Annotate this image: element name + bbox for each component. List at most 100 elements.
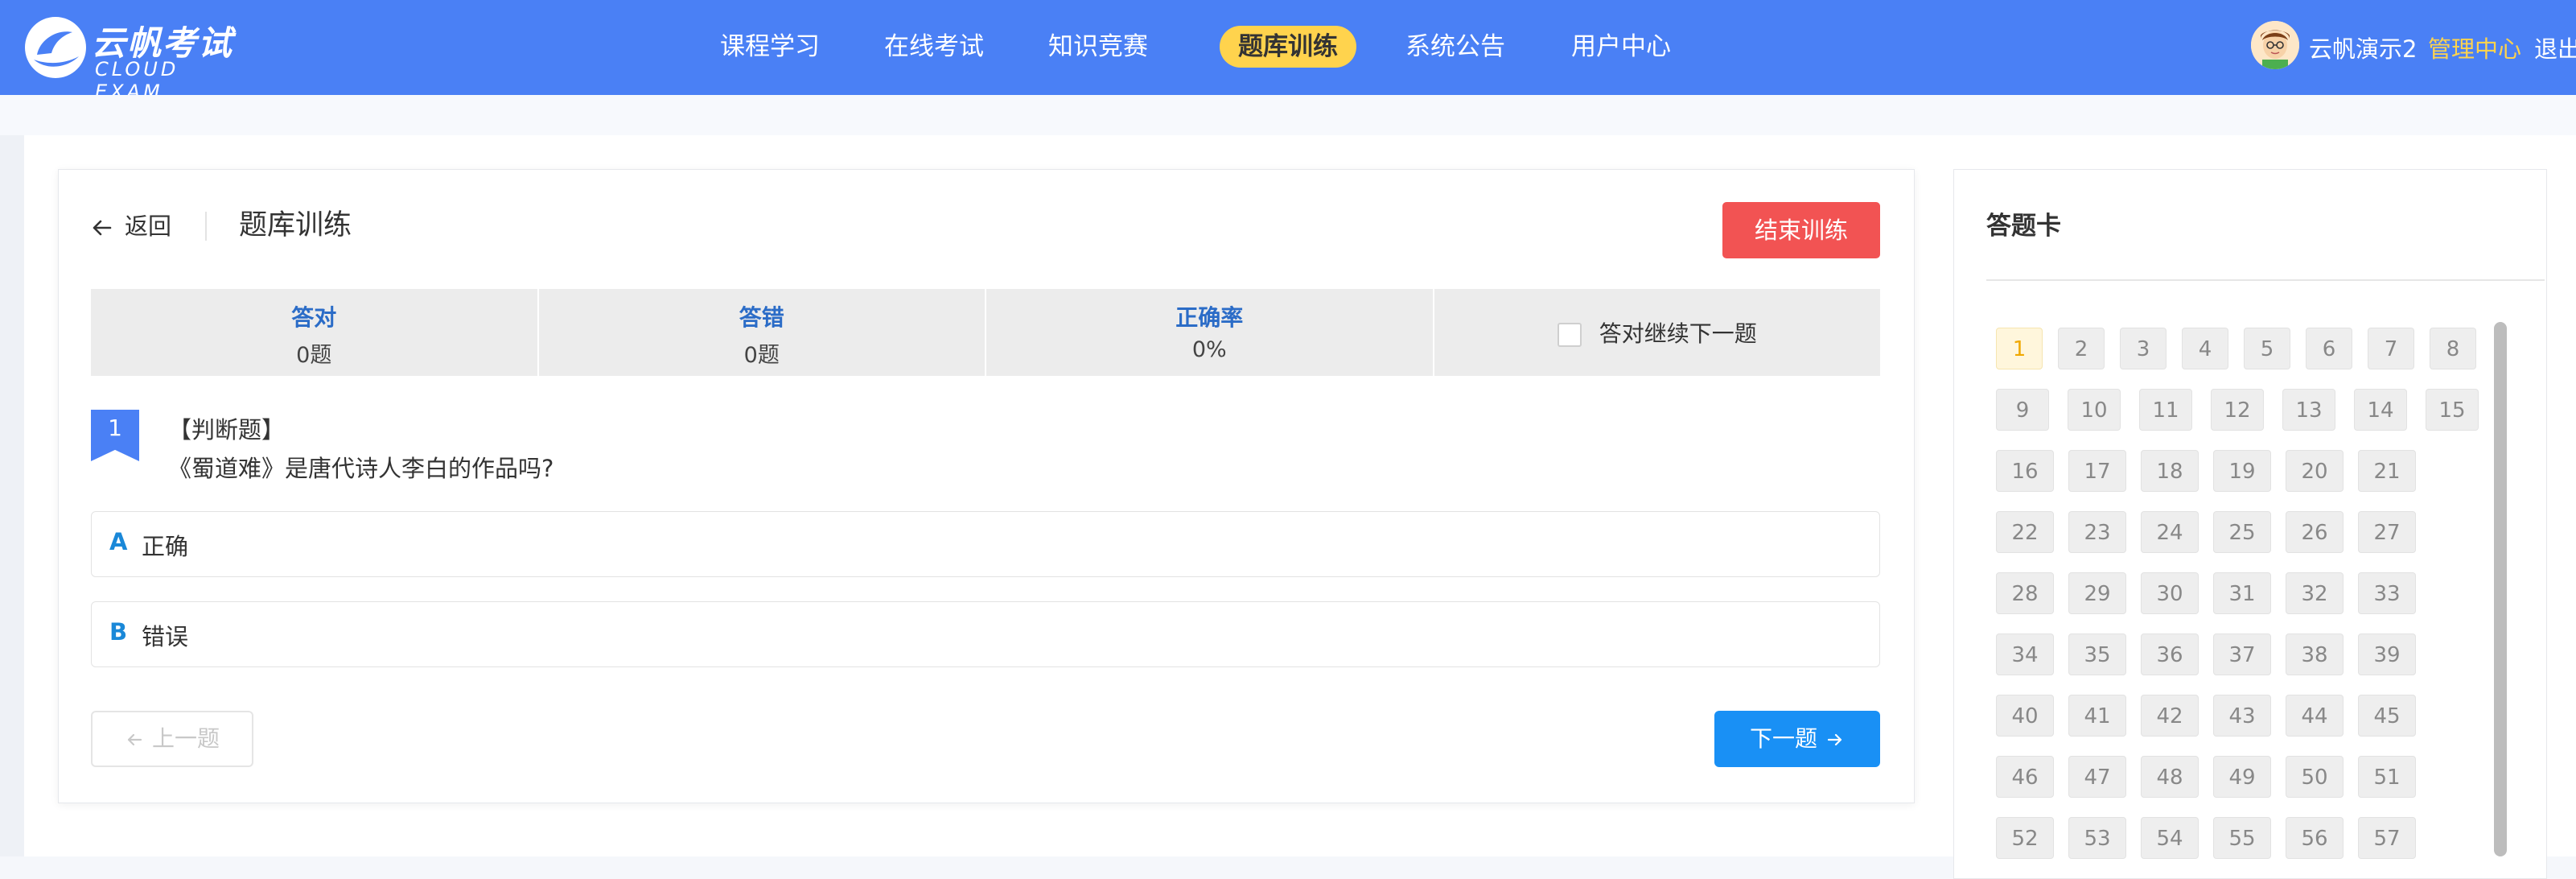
question-number-badge: 1 <box>91 410 139 461</box>
question-number-cell[interactable]: 52 <box>1996 817 2054 859</box>
question-number-cell[interactable]: 22 <box>1996 511 2054 553</box>
question-number-cell[interactable]: 38 <box>2286 633 2344 675</box>
question-number-cell[interactable]: 17 <box>2068 450 2126 492</box>
option-a[interactable]: A 正确 <box>91 511 1880 577</box>
option-text: 错误 <box>142 623 189 650</box>
nav-item-courses[interactable]: 课程学习 <box>710 26 830 68</box>
question-number-cell[interactable]: 15 <box>2426 389 2479 431</box>
question-number-cell[interactable]: 2 <box>2058 328 2105 369</box>
question-number-cell[interactable]: 29 <box>2068 572 2126 614</box>
cloud-sail-logo-icon <box>25 17 86 78</box>
nav-item-contest[interactable]: 知识竞赛 <box>1038 26 1158 68</box>
left-gutter <box>0 135 24 856</box>
nav-item-announcements[interactable]: 系统公告 <box>1395 26 1516 68</box>
question-number-cell[interactable]: 23 <box>2068 511 2126 553</box>
question-number-cell[interactable]: 1 <box>1996 328 2043 369</box>
question-number-cell[interactable]: 12 <box>2211 389 2264 431</box>
nav-item-online-exam[interactable]: 在线考试 <box>874 26 994 68</box>
stat-wrong-label: 答错 <box>739 304 784 331</box>
admin-center-link[interactable]: 管理中心 <box>2428 31 2521 64</box>
question-number-cell[interactable]: 50 <box>2286 756 2344 798</box>
question-number-cell[interactable]: 4 <box>2182 328 2228 369</box>
question-number-cell[interactable]: 57 <box>2358 817 2416 859</box>
question-number-cell[interactable]: 7 <box>2368 328 2414 369</box>
end-training-button[interactable]: 结束训练 <box>1722 202 1880 258</box>
question-number-cell[interactable]: 25 <box>2213 511 2271 553</box>
question-number-cell[interactable]: 54 <box>2141 817 2199 859</box>
question-number-cell[interactable]: 11 <box>2139 389 2192 431</box>
auto-next-checkbox[interactable]: 答对继续下一题 <box>1434 316 1881 349</box>
question-number-cell[interactable]: 56 <box>2286 817 2344 859</box>
option-key: A <box>109 528 128 555</box>
stat-wrong-value: 0题 <box>743 343 780 368</box>
divider <box>205 212 207 241</box>
question-number-cell[interactable]: 27 <box>2358 511 2416 553</box>
question-number-cell[interactable]: 42 <box>2141 695 2199 737</box>
option-key: B <box>109 618 128 646</box>
question-number-cell[interactable]: 14 <box>2354 389 2407 431</box>
nav-item-question-bank[interactable]: 题库训练 <box>1220 26 1356 68</box>
question-number-cell[interactable]: 43 <box>2213 695 2271 737</box>
question-number-cell[interactable]: 33 <box>2358 572 2416 614</box>
question-number-cell[interactable]: 40 <box>1996 695 2054 737</box>
logout-link[interactable]: 退出 <box>2534 31 2576 64</box>
answer-sheet-scrollbar[interactable] <box>2494 322 2507 856</box>
back-button[interactable]: 返回 <box>91 205 171 247</box>
prev-label: 上一题 <box>151 725 220 752</box>
question-number-cell[interactable]: 10 <box>2068 389 2121 431</box>
question-number-cell[interactable]: 19 <box>2213 450 2271 492</box>
question-number-cell[interactable]: 36 <box>2141 633 2199 675</box>
training-panel: 返回 题库训练 结束训练 答对 0题 答错 0题 正确率 0% 答对继续下一题 … <box>58 169 1915 803</box>
logo[interactable]: 云帆考试 CLOUD EXAM <box>23 11 256 103</box>
avatar[interactable] <box>2251 21 2299 69</box>
user-avatar-icon <box>2251 21 2299 69</box>
question-number-cell[interactable]: 32 <box>2286 572 2344 614</box>
arrow-left-icon <box>127 733 142 746</box>
question-number-cell[interactable]: 46 <box>1996 756 2054 798</box>
question-number-cell[interactable]: 51 <box>2358 756 2416 798</box>
question-number-cell[interactable]: 16 <box>1996 450 2054 492</box>
back-label: 返回 <box>125 213 172 240</box>
question-number-cell[interactable]: 31 <box>2213 572 2271 614</box>
question-number-cell[interactable]: 18 <box>2141 450 2199 492</box>
question-number-cell[interactable]: 39 <box>2358 633 2416 675</box>
question-number-cell[interactable]: 53 <box>2068 817 2126 859</box>
question-number-cell[interactable]: 9 <box>1996 389 2049 431</box>
arrow-right-icon <box>1827 733 1842 746</box>
question-text: 《蜀道难》是唐代诗人李白的作品吗? <box>168 455 554 482</box>
nav-item-user-center[interactable]: 用户中心 <box>1561 26 1681 68</box>
prev-question-button[interactable]: 上一题 <box>91 711 253 767</box>
checkbox-icon[interactable] <box>1557 323 1582 347</box>
question-number-cell[interactable]: 41 <box>2068 695 2126 737</box>
question-number-cell[interactable]: 26 <box>2286 511 2344 553</box>
next-label: 下一题 <box>1749 725 1817 752</box>
question-number-cell[interactable]: 37 <box>2213 633 2271 675</box>
question-number-cell[interactable]: 45 <box>2358 695 2416 737</box>
question-number-cell[interactable]: 13 <box>2282 389 2335 431</box>
top-navbar: 云帆考试 CLOUD EXAM 课程学习 在线考试 知识竞赛 题库训练 系统公告… <box>0 0 2576 103</box>
user-name[interactable]: 云帆演示2 <box>2309 31 2417 64</box>
question-number-cell[interactable]: 49 <box>2213 756 2271 798</box>
page-band <box>0 95 2576 135</box>
question-number-cell[interactable]: 47 <box>2068 756 2126 798</box>
stat-correct: 答对 0题 <box>91 289 539 376</box>
question-number-cell[interactable]: 28 <box>1996 572 2054 614</box>
answer-sheet: 答题卡 1 2 3 4 5 6 7 8 9 10 11 12 13 14 15 16 17 18 19 20 21 22 2… <box>1953 169 2547 879</box>
question-number-cell[interactable]: 20 <box>2286 450 2344 492</box>
question-number-cell[interactable]: 48 <box>2141 756 2199 798</box>
question-number-cell[interactable]: 34 <box>1996 633 2054 675</box>
question-number-cell[interactable]: 44 <box>2286 695 2344 737</box>
question-number-cell[interactable]: 8 <box>2430 328 2476 369</box>
next-question-button[interactable]: 下一题 <box>1714 711 1880 767</box>
question-number-cell[interactable]: 5 <box>2244 328 2290 369</box>
question-number-cell[interactable]: 21 <box>2358 450 2416 492</box>
question-type: 【判断题】 <box>168 416 286 444</box>
question-number-cell[interactable]: 3 <box>2120 328 2167 369</box>
option-b[interactable]: B 错误 <box>91 601 1880 667</box>
question-number-cell[interactable]: 35 <box>2068 633 2126 675</box>
stat-correct-label: 答对 <box>291 304 337 331</box>
question-number-cell[interactable]: 6 <box>2306 328 2352 369</box>
question-number-cell[interactable]: 55 <box>2213 817 2271 859</box>
question-number-cell[interactable]: 24 <box>2141 511 2199 553</box>
question-number-cell[interactable]: 30 <box>2141 572 2199 614</box>
